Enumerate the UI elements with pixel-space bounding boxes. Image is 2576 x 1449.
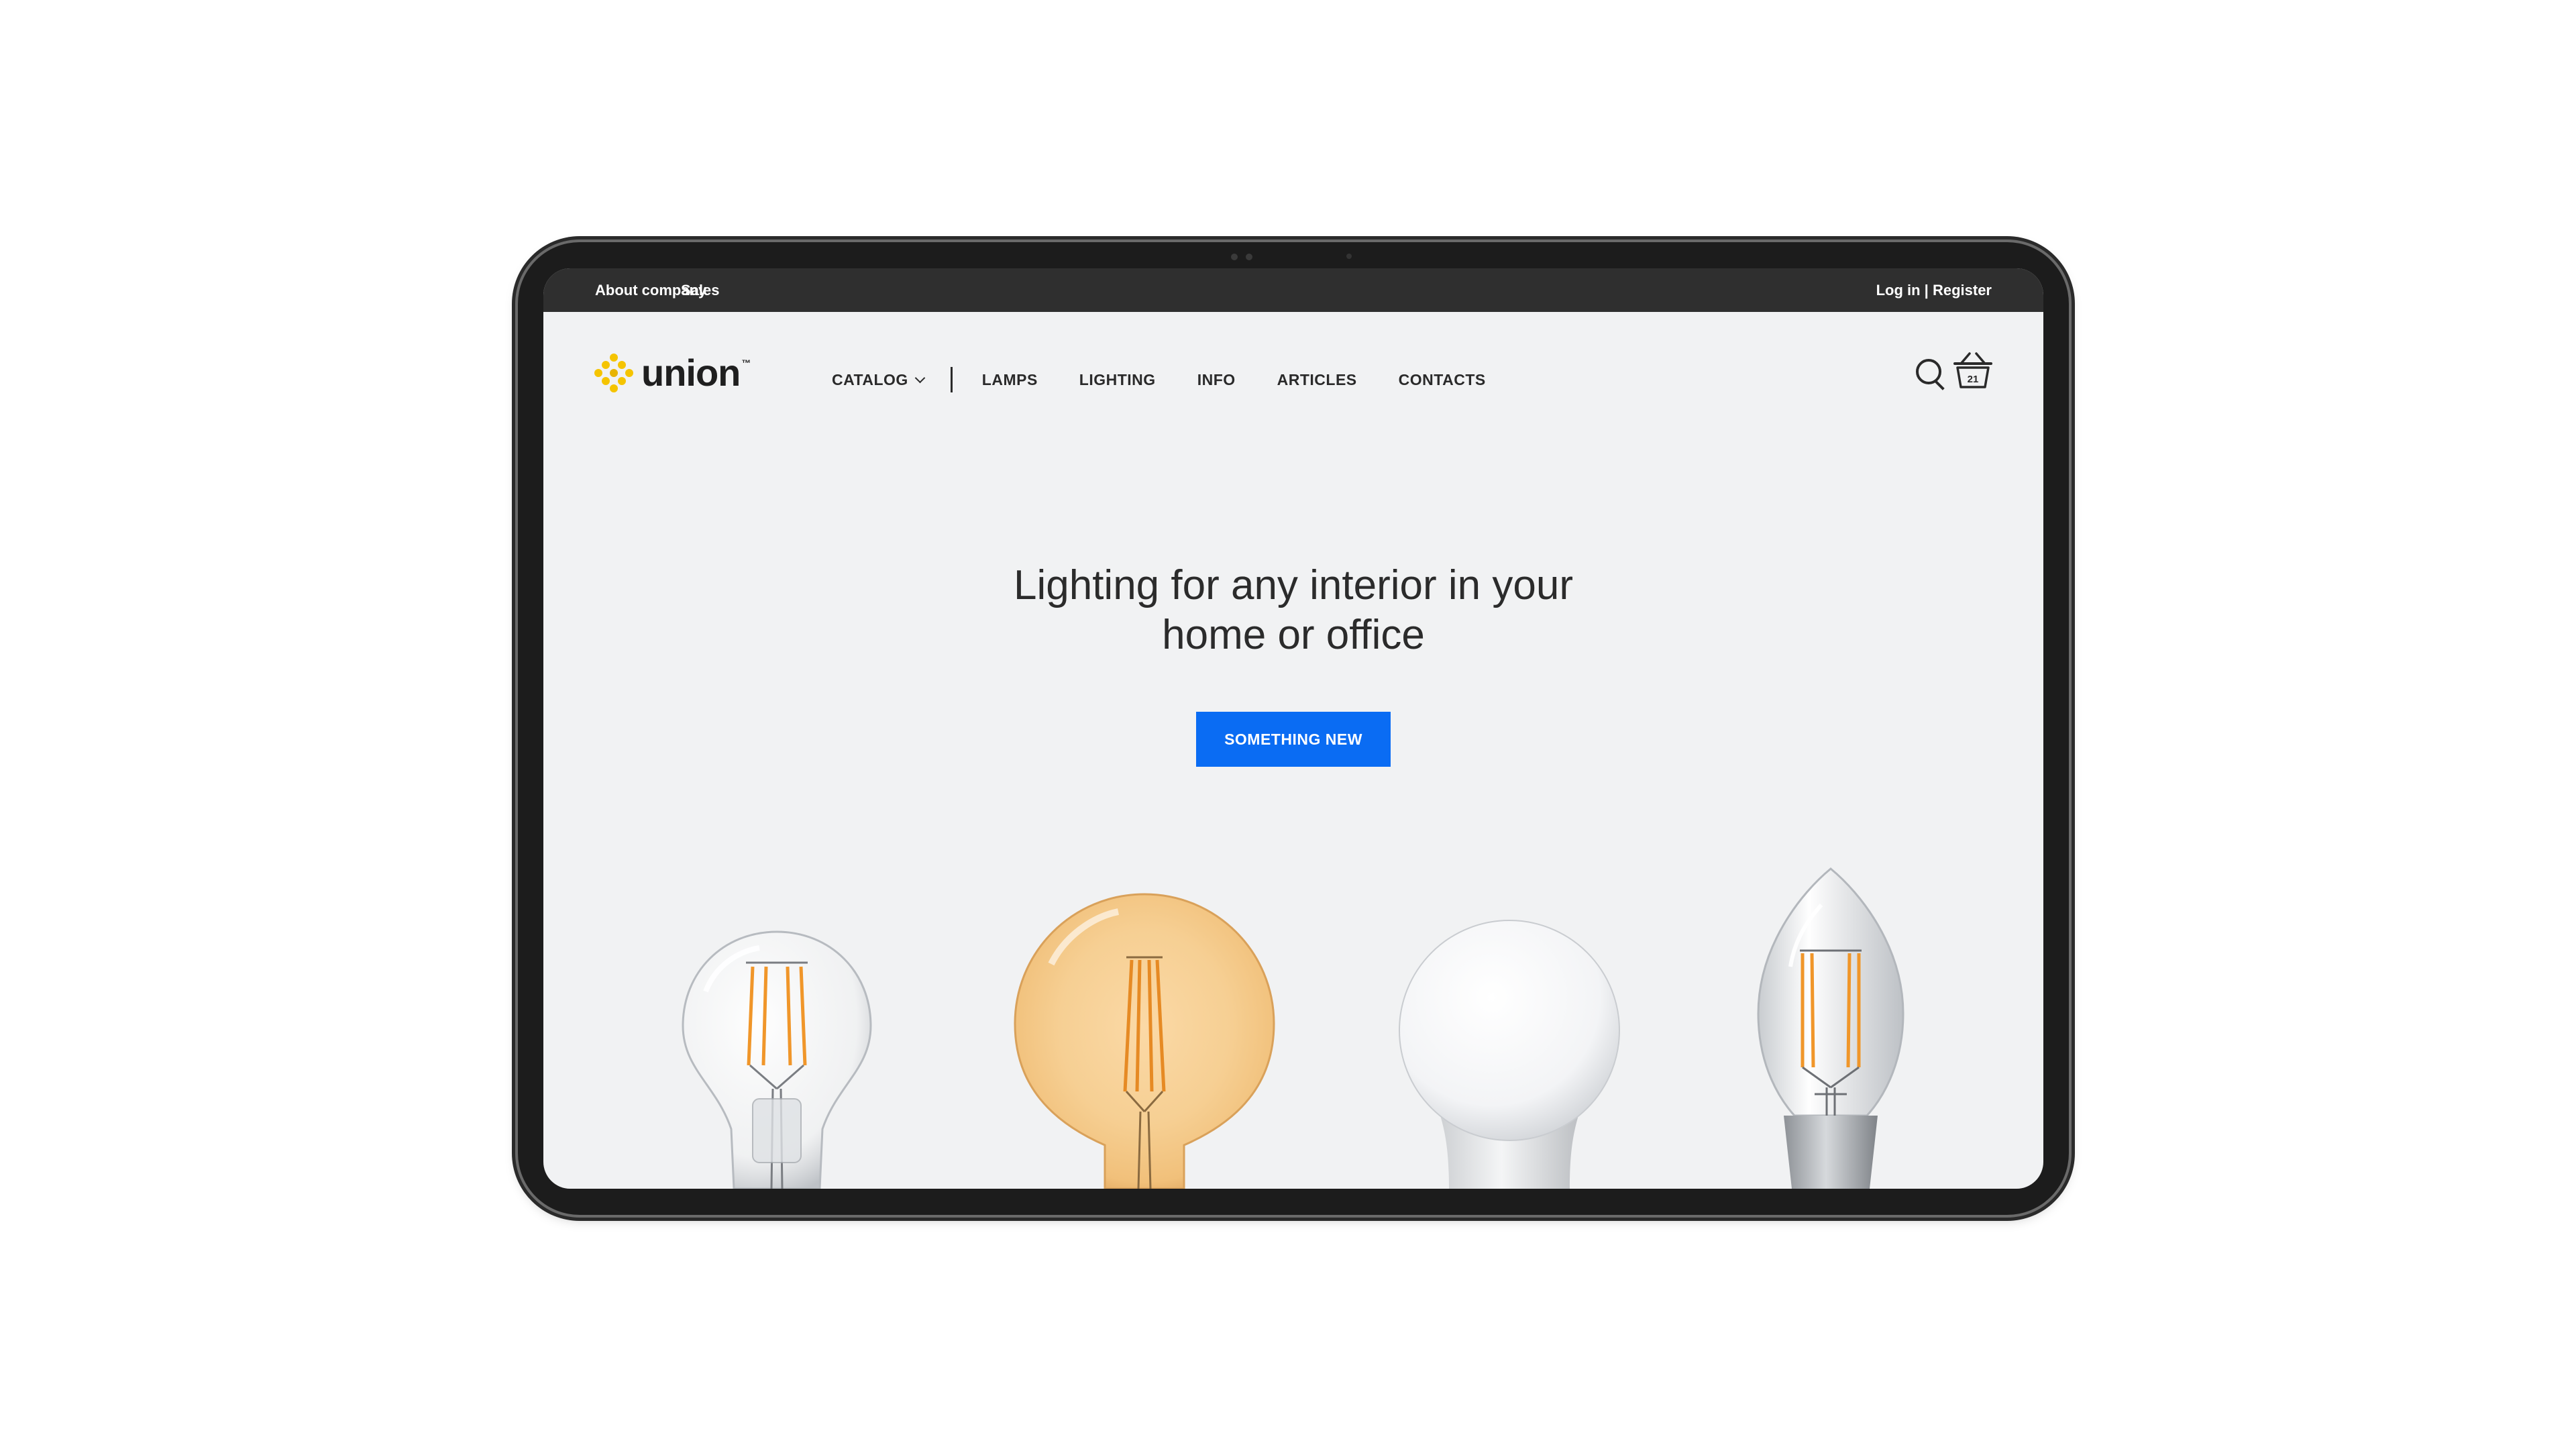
camera-lens [1246,254,1252,260]
cart-count-badge: 21 [1967,374,1979,385]
candle-filament-bulb-image[interactable] [1754,866,1907,1189]
nav-catalog[interactable]: CATALOG [832,370,926,389]
amber-globe-bulb-image[interactable] [1011,890,1278,1189]
nav-lighting[interactable]: LIGHTING [1079,371,1156,389]
register-link[interactable]: Register [1933,282,1992,299]
main-nav: CATALOG LAMPS LIGHTING INFO ARTICLES CON… [832,367,1486,392]
logo-trademark: ™ [741,358,751,368]
main-header: union ™ CATALOG LAMPS LIGHTING INFO ARTI… [543,312,2043,406]
sales-link[interactable]: Sales [681,282,720,299]
login-link[interactable]: Log in [1876,282,1921,299]
website-screen: About company Sales Log in | Register un… [543,268,2043,1189]
frosted-led-bulb-image[interactable] [1395,916,1623,1189]
nav-contacts[interactable]: CONTACTS [1399,371,1486,389]
hero-title-line-2: home or office [1162,612,1425,658]
something-new-button[interactable]: SOMETHING NEW [1196,712,1391,767]
cart-button[interactable]: 21 [1952,350,1994,391]
clear-filament-bulb-image[interactable] [679,928,875,1189]
nav-articles[interactable]: ARTICLES [1277,371,1357,389]
nav-lamps[interactable]: LAMPS [982,371,1038,389]
hero-title-line-1: Lighting for any interior in your [1013,562,1573,608]
nav-divider [950,367,953,392]
logo-dots-icon [594,354,633,392]
logo[interactable]: union ™ [594,354,751,392]
auth-links: Log in | Register [1876,282,1992,299]
nav-info[interactable]: INFO [1197,371,1236,389]
chevron-down-icon [914,372,926,383]
ambient-sensor [1346,254,1352,259]
nav-catalog-label: CATALOG [832,370,908,388]
hero-title: Lighting for any interior in your home o… [543,561,2043,660]
top-bar: About company Sales Log in | Register [543,268,2043,312]
auth-separator: | [1920,282,1933,299]
search-icon[interactable] [1915,358,1948,391]
camera-sensor [1231,254,1238,260]
tablet-device-frame: About company Sales Log in | Register un… [518,242,2069,1215]
logo-wordmark: union [641,352,741,394]
